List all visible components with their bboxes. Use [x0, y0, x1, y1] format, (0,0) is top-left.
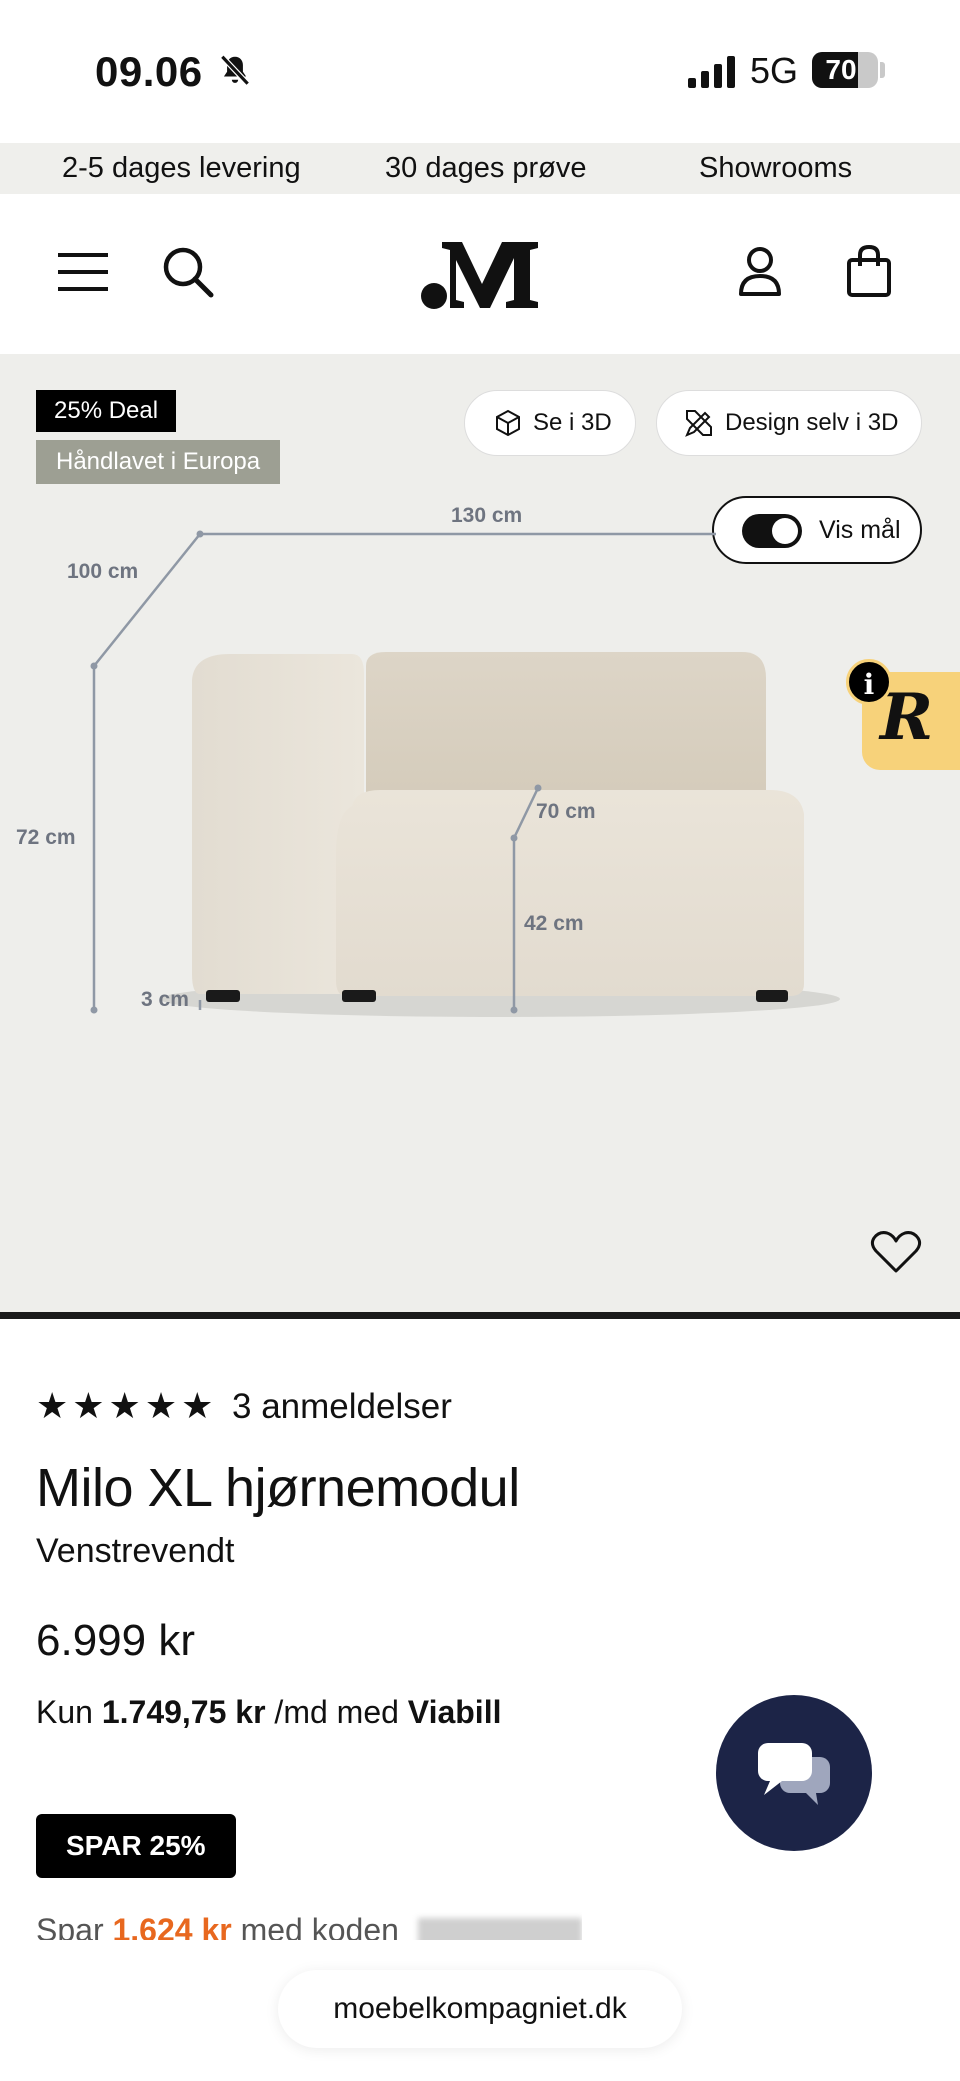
battery-percent: 70 [825, 54, 857, 85]
usp-bar: 2-5 dages levering 30 dages prøve Showro… [0, 143, 960, 194]
chat-bubbles-icon [758, 1743, 830, 1805]
product-title: Milo XL hjørnemodul [36, 1458, 520, 1518]
save-suffix: med koden [240, 1912, 399, 1940]
product-image-area[interactable]: 25% Deal Håndlavet i Europa Se i 3D Desi… [0, 354, 960, 1312]
product-variant: Venstrevendt [36, 1532, 235, 1570]
menu-icon[interactable] [58, 252, 108, 292]
dimension-width: 130 cm [451, 504, 523, 527]
battery-icon: 70 [812, 52, 878, 88]
browser-url-bar[interactable]: moebelkompagniet.dk [278, 1970, 682, 2048]
dimension-height: 72 cm [16, 826, 76, 849]
save-prefix: Spar [36, 1912, 104, 1940]
financing-mid: /md med [274, 1694, 399, 1730]
dimension-leg: 3 cm [141, 988, 189, 1011]
network-type: 5G [750, 50, 799, 91]
search-icon[interactable] [162, 246, 214, 298]
gallery-progress-bar [0, 1312, 960, 1319]
rating-stars[interactable]: ★★★★★ [36, 1385, 217, 1427]
discount-code-blurred [417, 1917, 582, 1940]
battery-tip [880, 62, 885, 78]
wishlist-heart-icon[interactable] [870, 1229, 922, 1275]
financing-provider: Viabill [407, 1694, 502, 1730]
save-badge: SPAR 25% [36, 1814, 236, 1878]
usp-delivery[interactable]: 2-5 dages levering [62, 152, 301, 185]
clock: 09.06 [95, 48, 203, 95]
bell-muted-icon [220, 54, 250, 86]
financing-amount: 1.749,75 kr [101, 1694, 266, 1730]
save-amount: 1.624 kr [112, 1912, 232, 1940]
dimension-seat-height: 42 cm [524, 912, 584, 935]
usp-showrooms[interactable]: Showrooms [699, 152, 852, 185]
cart-icon[interactable] [846, 244, 892, 298]
site-header [0, 194, 960, 354]
sofa-illustration [90, 530, 840, 1017]
status-bar: 09.06 5G 70 [0, 0, 960, 143]
reviews-count[interactable]: 3 anmeldelser [232, 1387, 452, 1427]
dimension-depth: 100 cm [67, 560, 139, 583]
discount-code-text: Spar 1.624 kr med koden [36, 1912, 582, 1940]
usp-trial[interactable]: 30 dages prøve [385, 152, 587, 185]
brand-logo[interactable] [420, 238, 540, 310]
financing-prefix: Kun [36, 1694, 93, 1730]
cellular-signal-icon [688, 56, 735, 88]
info-icon[interactable]: i [846, 659, 892, 705]
dimension-seat-depth: 70 cm [536, 800, 596, 823]
product-price: 6.999 kr [36, 1616, 195, 1665]
chat-button[interactable] [716, 1695, 872, 1851]
account-icon[interactable] [738, 246, 782, 298]
financing-text: Kun 1.749,75 kr /md med Viabill [36, 1694, 501, 1731]
